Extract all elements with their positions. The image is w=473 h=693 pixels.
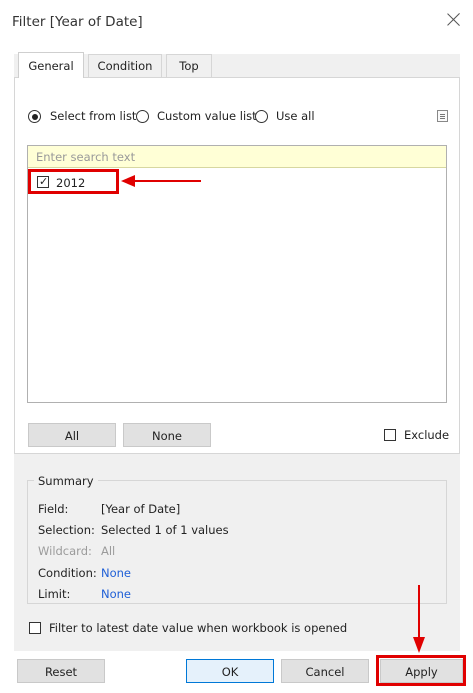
radio-custom-value-list-label[interactable]: Custom value list — [157, 109, 257, 123]
summary-condition-key: Condition: — [38, 566, 97, 580]
latest-date-checkbox[interactable] — [29, 622, 41, 634]
tab-top[interactable]: Top — [166, 54, 212, 77]
summary-wildcard-key: Wildcard: — [38, 544, 92, 558]
summary-condition-link[interactable]: None — [101, 566, 131, 580]
list-menu-icon[interactable] — [437, 110, 448, 122]
tab-condition[interactable]: Condition — [88, 54, 162, 77]
radio-custom-value-list[interactable] — [136, 110, 149, 123]
highlight-box-item — [28, 169, 119, 194]
dialog-title: Filter [Year of Date] — [12, 14, 143, 30]
highlight-box-apply — [376, 655, 466, 686]
latest-date-label[interactable]: Filter to latest date value when workboo… — [49, 621, 347, 635]
summary-wildcard-value: All — [101, 544, 116, 558]
summary-selection-value: Selected 1 of 1 values — [101, 523, 229, 537]
summary-field-key: Field: — [38, 502, 69, 516]
summary-limit-link[interactable]: None — [101, 587, 131, 601]
summary-title: Summary — [34, 474, 98, 488]
summary-selection-key: Selection: — [38, 523, 95, 537]
reset-button[interactable]: Reset — [17, 659, 105, 683]
radio-select-from-list-label[interactable]: Select from list — [50, 109, 136, 123]
select-none-button[interactable]: None — [123, 423, 211, 447]
annotation-arrow-down — [413, 585, 425, 653]
summary-field-value: [Year of Date] — [101, 502, 181, 516]
select-all-button[interactable]: All — [28, 423, 116, 447]
radio-use-all[interactable] — [255, 110, 268, 123]
annotation-arrow-left — [121, 175, 201, 187]
ok-button[interactable]: OK — [186, 659, 274, 683]
cancel-button[interactable]: Cancel — [281, 659, 369, 683]
summary-group — [27, 480, 447, 604]
radio-select-from-list[interactable] — [28, 110, 41, 123]
exclude-checkbox[interactable] — [384, 429, 396, 441]
summary-limit-key: Limit: — [38, 587, 71, 601]
tab-general[interactable]: General — [18, 52, 84, 78]
search-placeholder: Enter search text — [36, 150, 136, 164]
exclude-label[interactable]: Exclude — [404, 428, 449, 442]
close-icon[interactable] — [446, 11, 462, 27]
radio-use-all-label[interactable]: Use all — [276, 109, 315, 123]
